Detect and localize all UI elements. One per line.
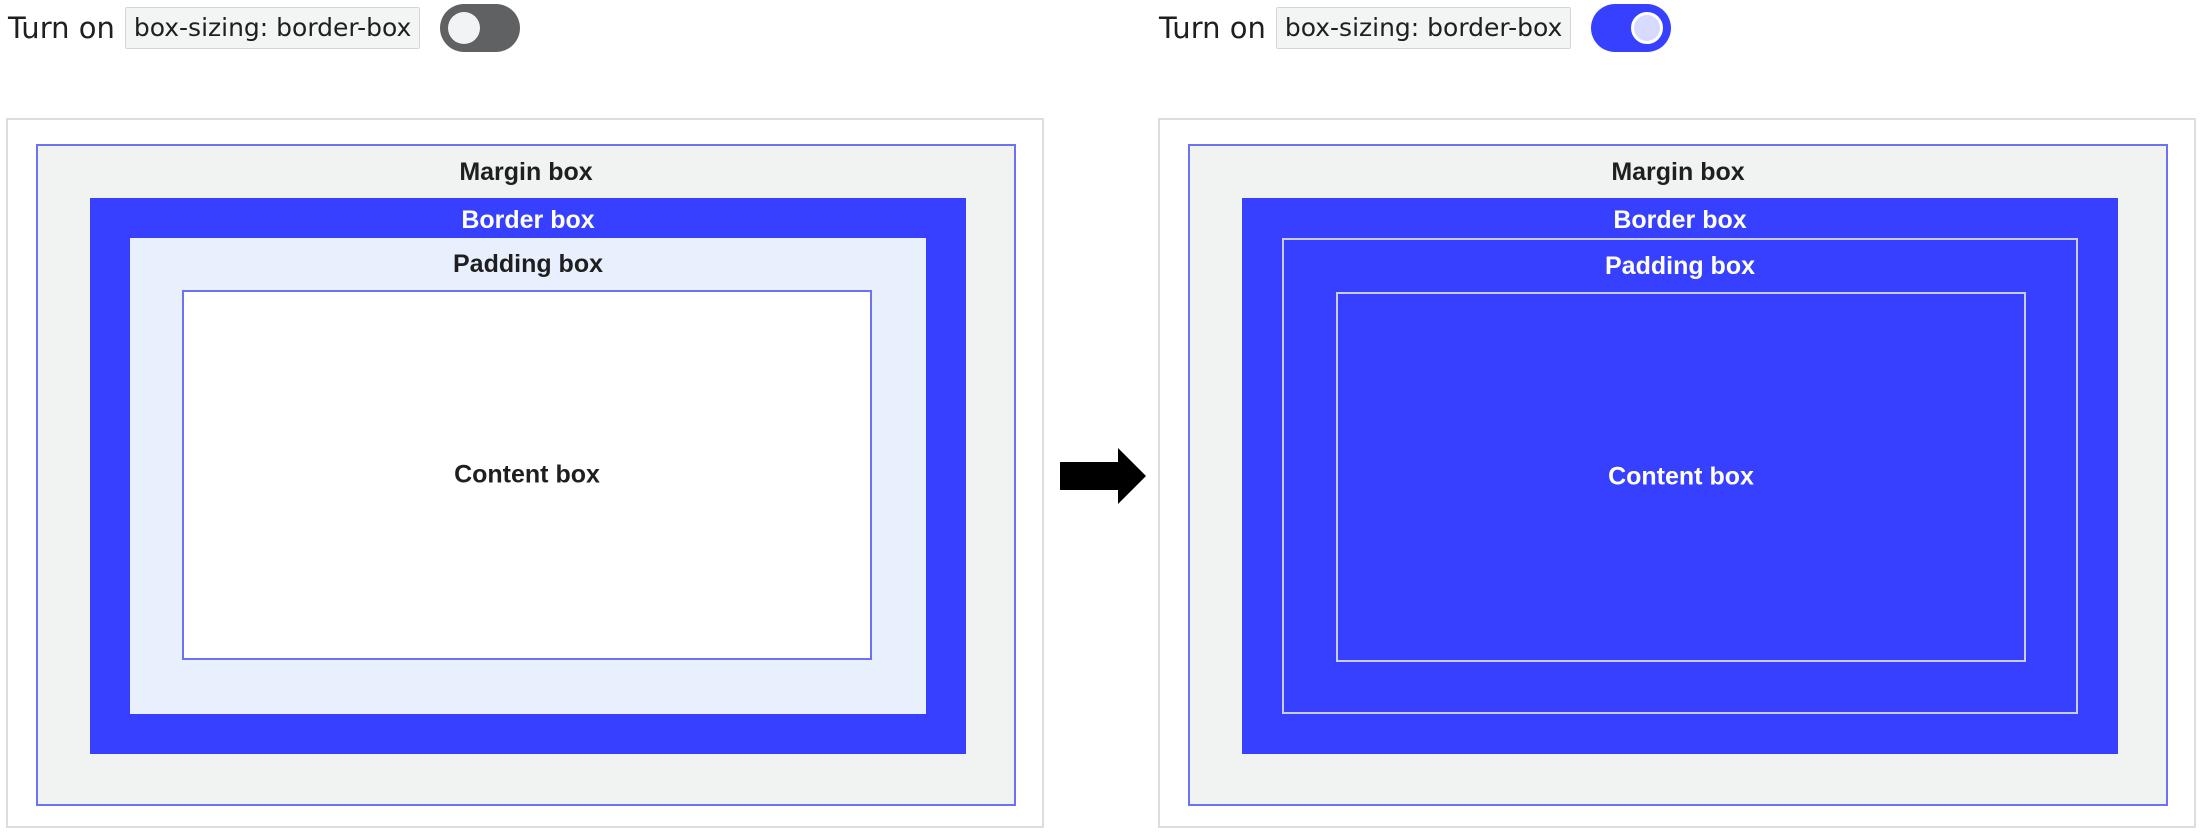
- toggle-row-left: Turn on box-sizing: border-box: [8, 4, 521, 52]
- diagram-panel-border-box: Margin box Border box Padding box Conten…: [1158, 118, 2196, 828]
- content-box: Content box: [182, 290, 872, 660]
- margin-box-label: Margin box: [1611, 158, 1745, 186]
- toggle-label: Turn on: [8, 11, 115, 45]
- arrow-right-icon: [1060, 448, 1146, 504]
- margin-box-label: Margin box: [459, 158, 593, 186]
- border-box: Border box Padding box Content box: [90, 198, 966, 754]
- border-box-toggle-switch-off[interactable]: [440, 4, 521, 52]
- toggle-label: Turn on: [1159, 11, 1266, 45]
- content-box-label: Content box: [454, 460, 600, 489]
- code-chip: box-sizing: border-box: [124, 7, 421, 49]
- content-box: Content box: [1336, 292, 2026, 662]
- border-box-toggle-switch-on[interactable]: [1591, 4, 1672, 52]
- code-chip: box-sizing: border-box: [1275, 7, 1572, 49]
- padding-box: Padding box Content box: [1282, 238, 2078, 714]
- padding-box: Padding box Content box: [130, 238, 926, 714]
- margin-box: Margin box Border box Padding box Conten…: [1188, 144, 2168, 806]
- padding-box-label: Padding box: [453, 250, 603, 278]
- padding-box-label: Padding box: [1605, 252, 1755, 280]
- toggle-knob: [448, 12, 481, 44]
- content-box-label: Content box: [1608, 462, 1754, 491]
- border-box-label: Border box: [1613, 206, 1747, 234]
- margin-box: Margin box Border box Padding box Conten…: [36, 144, 1016, 806]
- toggle-row-right: Turn on box-sizing: border-box: [1159, 4, 1672, 52]
- toggle-knob: [1631, 12, 1664, 44]
- diagram-panel-content-box: Margin box Border box Padding box Conten…: [6, 118, 1044, 828]
- border-box: Border box Padding box Content box: [1242, 198, 2118, 754]
- border-box-label: Border box: [461, 206, 595, 234]
